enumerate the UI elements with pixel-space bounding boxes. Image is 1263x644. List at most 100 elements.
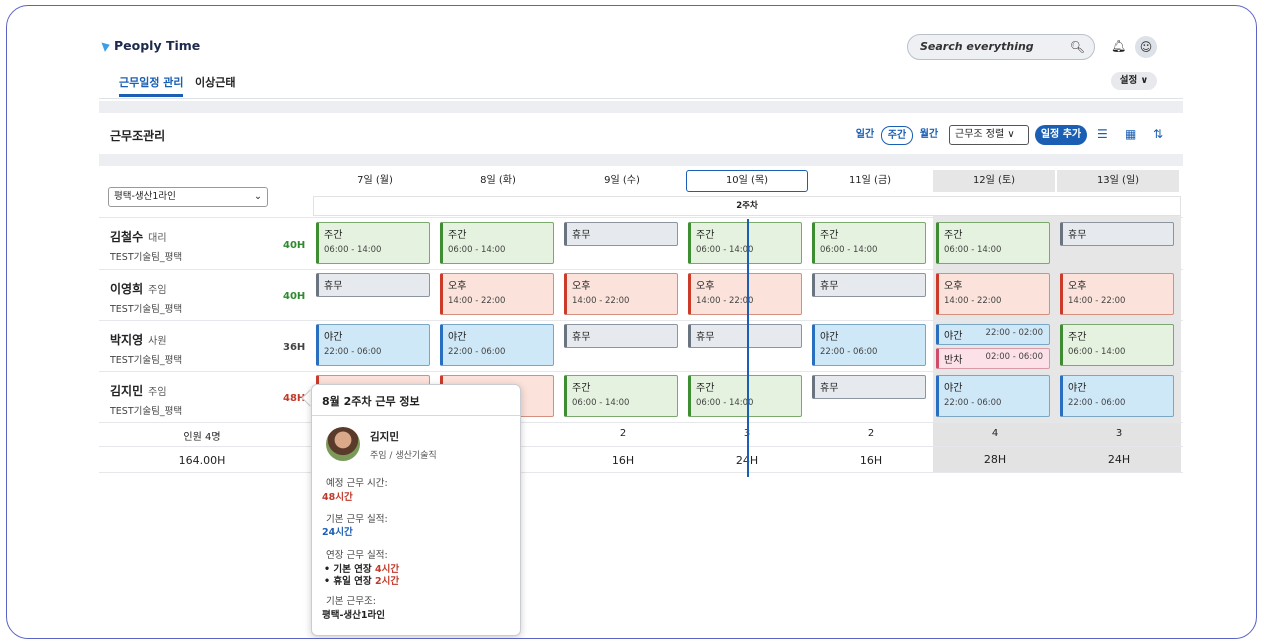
shift-name: 오후 — [572, 281, 591, 292]
search-box[interactable]: 🔍︎ — [907, 34, 1095, 60]
tab-schedule[interactable]: 근무일정 관리 — [119, 74, 184, 90]
view-monthly-button[interactable]: 월간 — [915, 126, 943, 145]
day-header[interactable]: 8일 (화) — [437, 170, 559, 192]
shift-block[interactable]: 주간 06:00 - 14:00 — [936, 222, 1050, 264]
divider-band — [99, 154, 1183, 166]
shift-block[interactable]: 주간 06:00 - 14:00 — [688, 222, 802, 264]
shift-time: 14:00 - 22:00 — [448, 296, 506, 306]
shift-block[interactable]: 오후 14:00 - 22:00 — [1060, 273, 1174, 315]
popover-title: 8월 2주차 근무 정보 — [322, 395, 420, 408]
day-hours: 24H — [1057, 447, 1181, 472]
day-hours: 16H — [611, 454, 635, 467]
shift-block[interactable]: 휴무 — [316, 273, 430, 297]
search-input[interactable] — [920, 40, 1070, 53]
overtime-holiday: • 휴일 연장 2시간 — [324, 573, 399, 587]
day-header[interactable]: 12일 (토) — [933, 170, 1055, 192]
overtime-label: 연장 근무 실적: — [326, 550, 388, 561]
day-header[interactable]: 9일 (수) — [561, 170, 683, 192]
page-title: 근무조관리 — [110, 129, 166, 143]
shift-block[interactable]: 주간 06:00 - 14:00 — [440, 222, 554, 264]
day-headcount: 2 — [619, 428, 627, 439]
shift-name: 주간 — [696, 230, 715, 241]
employee-rank: 주임 — [148, 387, 167, 398]
shift-block[interactable]: 야간 22:00 - 06:00 — [440, 324, 554, 366]
shift-block[interactable]: 야간 22:00 - 06:00 — [316, 324, 430, 366]
add-schedule-button[interactable]: 일정 추가 — [1035, 125, 1087, 145]
shift-name: 주간 — [1068, 332, 1087, 343]
shift-block[interactable]: 오후 14:00 - 22:00 — [688, 273, 802, 315]
shift-block[interactable]: 휴무 — [688, 324, 802, 348]
employee-info[interactable]: 이영희 주임 TEST기술팀_평택 — [110, 280, 182, 315]
day-header[interactable]: 13일 (일) — [1057, 170, 1179, 192]
shift-block[interactable]: 주간 06:00 - 14:00 — [812, 222, 926, 264]
shift-time: 22:00 - 06:00 — [820, 347, 878, 357]
shift-block[interactable]: 오후 14:00 - 22:00 — [564, 273, 678, 315]
day-header-today[interactable]: 10일 (목) — [686, 170, 808, 192]
basic-hours-label: 기본 근무 실적: — [326, 514, 388, 525]
employee-info[interactable]: 김지민 주임 TEST기술팀_평택 — [110, 382, 182, 417]
active-tab-indicator — [119, 94, 183, 97]
shift-block[interactable]: 주간 06:00 - 14:00 — [1060, 324, 1174, 366]
shift-block[interactable]: 야간 22:00 - 06:00 — [812, 324, 926, 366]
shift-time: 06:00 - 14:00 — [696, 245, 754, 255]
shift-name: 오후 — [696, 281, 715, 292]
tab-attendance-anomaly[interactable]: 이상근태 — [195, 74, 235, 90]
default-group-value: 평택-생산1라인 — [322, 610, 385, 621]
day-header[interactable]: 11일 (금) — [809, 170, 931, 192]
day-headcount: 4 — [933, 423, 1057, 446]
view-weekly-button[interactable]: 주간 — [881, 126, 913, 145]
shift-block[interactable]: 오후 14:00 - 22:00 — [936, 273, 1050, 315]
user-icon[interactable]: ☺ — [1135, 36, 1157, 58]
employee-info[interactable]: 박지영 사원 TEST기술팀_평택 — [110, 331, 182, 366]
sort-list-icon[interactable]: ⇅ — [1153, 127, 1163, 141]
shift-name: 주간 — [696, 383, 715, 394]
shift-name: 야간 — [1068, 383, 1087, 394]
divider — [99, 98, 1183, 99]
employee-name: 김철수 — [110, 230, 144, 244]
shift-block[interactable]: 주간 06:00 - 14:00 — [564, 375, 678, 417]
shift-block[interactable]: 휴무 — [564, 324, 678, 348]
shift-block[interactable]: 휴무 — [812, 375, 926, 399]
shift-block[interactable]: 휴무 — [812, 273, 926, 297]
shift-time: 14:00 - 22:00 — [944, 296, 1002, 306]
day-headcount: 2 — [867, 428, 875, 439]
row-divider — [99, 472, 1183, 473]
app-logo[interactable]: Peoply Time — [101, 38, 201, 53]
grid-icon[interactable]: ▦ — [1125, 127, 1136, 141]
shift-block[interactable]: 주간 06:00 - 14:00 — [688, 375, 802, 417]
employee-name: 박지영 — [110, 333, 144, 347]
app-title: Peoply Time — [114, 38, 201, 53]
day-hours: 28H — [933, 447, 1057, 472]
shift-name: 휴무 — [1068, 230, 1087, 241]
total-hours: 164.00H — [178, 454, 226, 467]
view-daily-button[interactable]: 일간 — [851, 126, 879, 145]
checklist-icon[interactable]: ☰ — [1097, 127, 1108, 141]
settings-dropdown[interactable]: 설정 ∨ — [1111, 72, 1157, 90]
overtime-holiday-value: 2시간 — [374, 576, 400, 587]
shift-name: 휴무 — [696, 332, 715, 343]
shift-time: 22:00 - 06:00 — [324, 347, 382, 357]
shift-block[interactable]: 야간 22:00 - 06:00 — [1060, 375, 1174, 417]
shift-block[interactable]: 휴무 — [1060, 222, 1174, 246]
shift-sort-select[interactable]: 근무조 정렬 ∨ — [949, 125, 1029, 145]
group-select[interactable]: 평택-생산1라인 ⌄ — [108, 187, 268, 207]
search-icon[interactable]: 🔍︎ — [1070, 40, 1085, 54]
day-header[interactable]: 7일 (월) — [314, 170, 436, 192]
shift-name: 휴무 — [324, 281, 343, 292]
current-time-indicator — [747, 219, 749, 477]
overtime-holiday-label: • 휴일 연장 — [324, 576, 372, 587]
bell-icon[interactable]: 🔔︎ — [1111, 39, 1126, 53]
shift-name: 야간 — [448, 332, 467, 343]
basic-hours-value: 24시간 — [322, 527, 353, 538]
shift-block[interactable]: 휴무 — [564, 222, 678, 246]
employee-rank: 사원 — [148, 336, 167, 347]
logo-icon — [101, 39, 112, 52]
employee-info[interactable]: 김철수 대리 TEST기술팀_평택 — [110, 228, 182, 263]
shift-name: 주간 — [944, 230, 963, 241]
shift-block[interactable]: 반차 02:00 - 06:00 — [936, 348, 1050, 369]
shift-block[interactable]: 야간 22:00 - 02:00 — [936, 324, 1050, 345]
shift-block[interactable]: 주간 06:00 - 14:00 — [316, 222, 430, 264]
shift-block[interactable]: 야간 22:00 - 06:00 — [936, 375, 1050, 417]
shift-block[interactable]: 오후 14:00 - 22:00 — [440, 273, 554, 315]
shift-time: 06:00 - 14:00 — [324, 245, 382, 255]
